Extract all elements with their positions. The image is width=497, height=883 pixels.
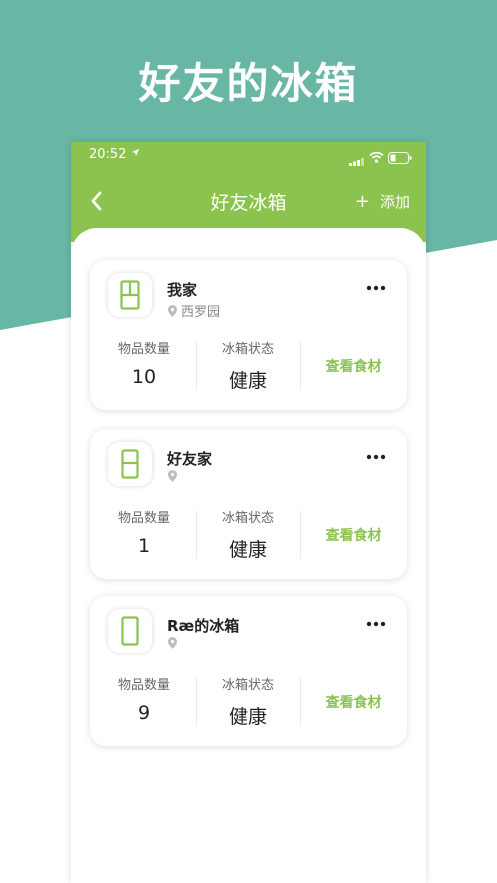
item-count-label: 物品数量 xyxy=(117,678,170,693)
fridge-status-label: 冰箱状态 xyxy=(221,511,274,526)
fridge-status-value: 健康 xyxy=(228,706,267,728)
fridge-status-value: 健康 xyxy=(228,539,267,561)
fridge-status-value: 健康 xyxy=(228,370,267,392)
view-food-button[interactable]: 查看食材 xyxy=(300,525,407,545)
fridge-status-label: 冰箱状态 xyxy=(221,678,274,693)
item-count: 物品数量 1 xyxy=(92,507,196,557)
add-label: 添加 xyxy=(379,193,410,211)
status-time: 20:52 xyxy=(89,147,127,162)
item-count-value: 9 xyxy=(137,702,151,724)
fridge-location xyxy=(168,470,181,482)
location-pin-icon xyxy=(168,470,177,482)
fridge-list: 我家 西罗园 物品数量 10 冰箱状态 健康 查看食材 好友家 物品数量 1 冰… xyxy=(71,228,426,883)
fridge-status: 冰箱状态 健康 xyxy=(196,507,300,562)
location-pin-icon xyxy=(168,637,177,649)
fridge-card[interactable]: 我家 西罗园 物品数量 10 冰箱状态 健康 查看食材 xyxy=(90,260,407,410)
nav-bar: 好友冰箱 + 添加 xyxy=(71,182,426,222)
more-options-icon[interactable] xyxy=(365,619,387,629)
item-count: 物品数量 10 xyxy=(92,338,196,388)
view-food-button[interactable]: 查看食材 xyxy=(300,356,407,376)
promo-title: 好友的冰箱 xyxy=(138,59,359,108)
more-options-icon[interactable] xyxy=(365,283,387,293)
fridge-location: 西罗园 xyxy=(168,301,220,320)
location-pin-icon xyxy=(168,304,177,317)
phone-screen: 20:52 好友冰箱 + 添加 我家 西罗园 物品数量 10 冰箱状态 健康 查… xyxy=(71,142,426,883)
signal-icon xyxy=(349,151,365,170)
item-count-value: 10 xyxy=(131,366,157,388)
add-button[interactable]: + 添加 xyxy=(355,191,410,212)
wifi-icon xyxy=(369,148,384,167)
fridge-name: Ræ的冰箱 xyxy=(167,617,240,635)
location-text: 西罗园 xyxy=(181,305,221,320)
item-count: 物品数量 9 xyxy=(92,674,196,724)
item-count-label: 物品数量 xyxy=(117,342,170,357)
item-count-label: 物品数量 xyxy=(117,511,170,526)
item-count-value: 1 xyxy=(137,535,151,557)
single-door-fridge-icon xyxy=(108,609,152,653)
fridge-name: 好友家 xyxy=(167,450,213,468)
fridge-status: 冰箱状态 健康 xyxy=(196,338,300,393)
fridge-location xyxy=(168,637,181,649)
status-bar: 20:52 xyxy=(71,142,426,168)
fridge-status: 冰箱状态 健康 xyxy=(196,674,300,729)
fridge-status-label: 冰箱状态 xyxy=(221,342,274,357)
location-arrow-icon xyxy=(131,148,140,160)
battery-icon xyxy=(388,149,412,168)
more-options-icon[interactable] xyxy=(365,452,387,462)
double-door-fridge-icon xyxy=(108,273,152,317)
view-food-button[interactable]: 查看食材 xyxy=(300,692,407,712)
plus-icon: + xyxy=(354,191,370,212)
fridge-card[interactable]: 好友家 物品数量 1 冰箱状态 健康 查看食材 xyxy=(90,429,407,579)
fridge-name: 我家 xyxy=(167,281,198,299)
fridge-card[interactable]: Ræ的冰箱 物品数量 9 冰箱状态 健康 查看食材 xyxy=(90,596,407,746)
two-door-fridge-icon xyxy=(108,442,152,486)
